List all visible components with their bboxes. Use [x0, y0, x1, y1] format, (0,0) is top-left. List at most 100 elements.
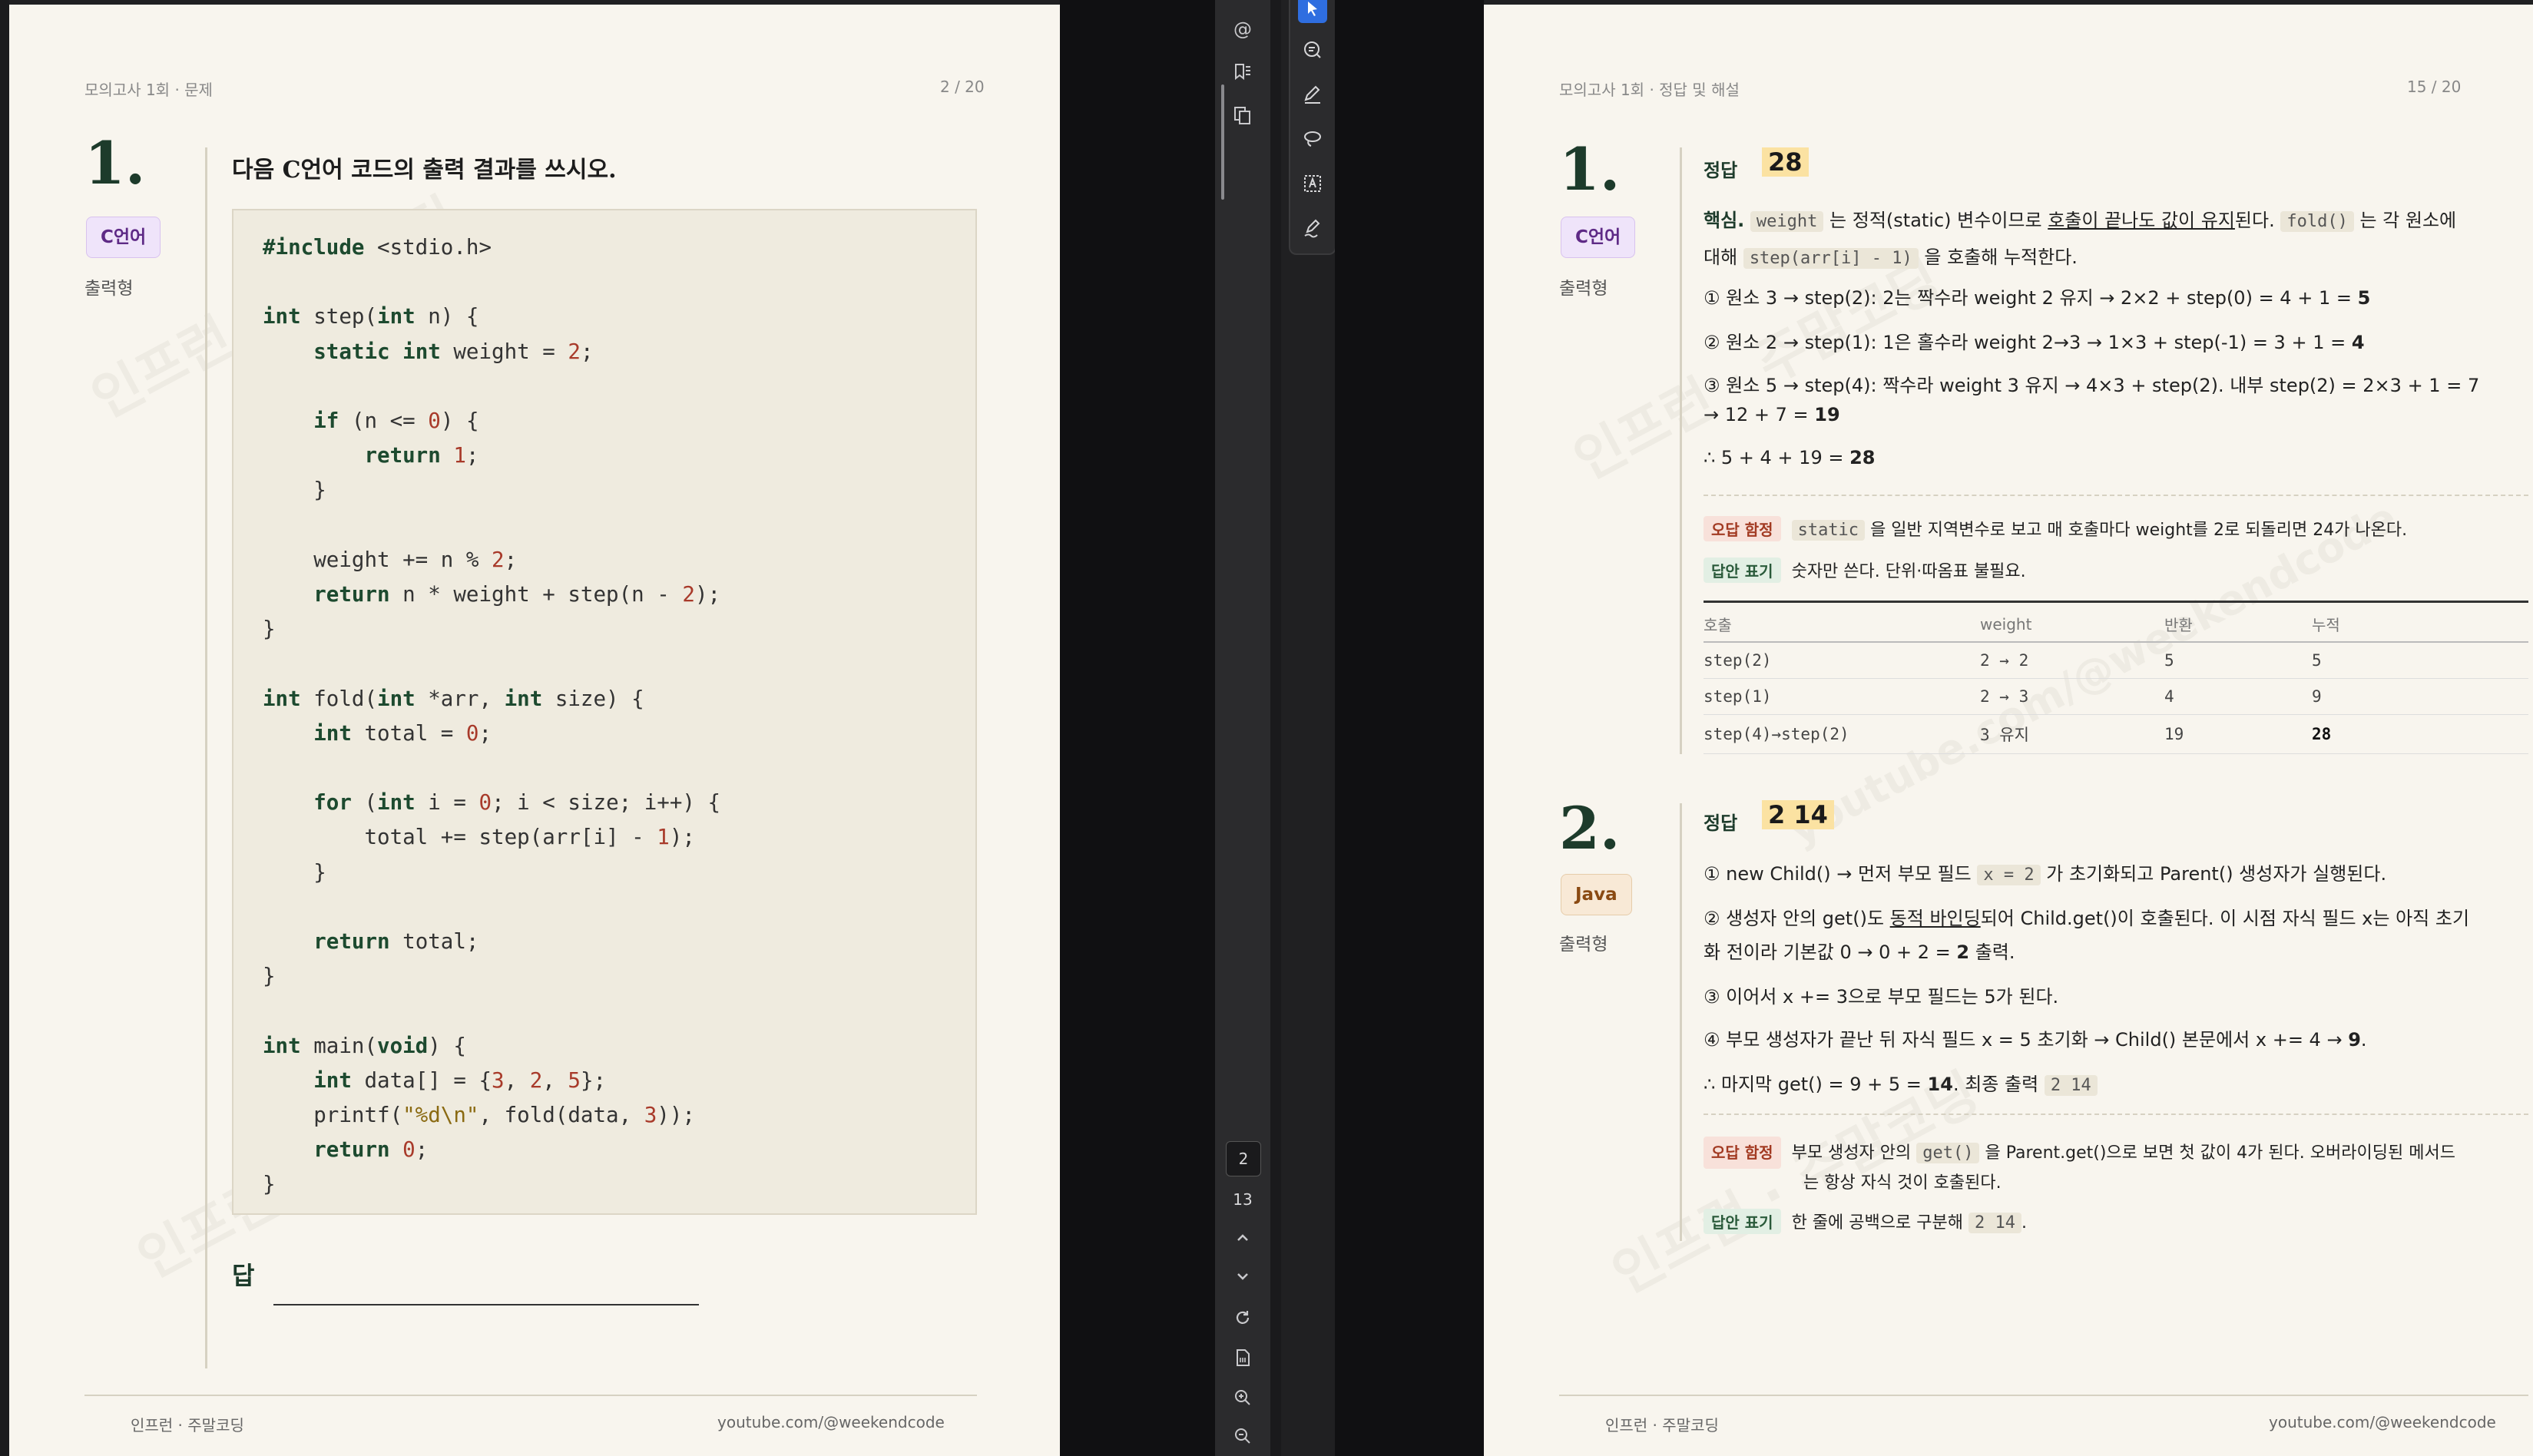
text: 화 전이라 기본값 0 → 0 + 2 =: [1704, 941, 1957, 963]
text: 을 호출해 누적한다.: [1924, 247, 2078, 268]
sidebar-scrollbar[interactable]: [1221, 84, 1224, 200]
text: ① new Child() → 먼저 부모 필드: [1704, 863, 1972, 885]
copy-pages-icon[interactable]: [1229, 101, 1257, 129]
result: 14: [1927, 1074, 1953, 1095]
language-tag: C언어: [1561, 217, 1636, 258]
footer-brand: 인프런 · 주말코딩: [131, 1416, 244, 1434]
text: → 12 + 7 =: [1704, 404, 1815, 425]
answer-label: 답: [232, 1261, 255, 1290]
text: .: [2021, 1213, 2027, 1233]
table-cell: 2 → 2: [1980, 642, 2164, 679]
inline-code: fold(): [2280, 211, 2354, 232]
zoom-out-icon[interactable]: [1229, 1422, 1257, 1450]
inline-code: 2 14: [1968, 1213, 2021, 1233]
question-type: 출력형: [1559, 935, 1608, 955]
step-2: ② 원소 2 → step(1): 1은 홀수라 weight 2→3 → 1×…: [1704, 327, 2365, 354]
annotation-toolbar: [1290, 0, 1335, 253]
zoom-in-icon[interactable]: [1229, 1384, 1257, 1411]
inline-code: get(): [1916, 1143, 1980, 1163]
footer-url: youtube.com/@weekendcode: [2269, 1413, 2496, 1431]
bookmark-list-icon[interactable]: [1229, 58, 1257, 86]
text: ② 생성자 안의 get()도: [1704, 908, 1885, 929]
table-cell: 5: [2164, 642, 2312, 679]
chevron-up-icon[interactable]: [1229, 1224, 1257, 1252]
footer-url: youtube.com/@weekendcode: [717, 1413, 945, 1431]
question-type: 출력형: [1559, 279, 1608, 299]
text: ① 원소 3 → step(2): 2는 짝수라 weight 2 유지 → 2…: [1704, 287, 2358, 309]
inline-code: static: [1791, 520, 1866, 541]
rotate-icon[interactable]: [1229, 1304, 1257, 1332]
chevron-down-icon[interactable]: [1229, 1262, 1257, 1290]
text: 출력.: [1969, 941, 2015, 963]
result: 4: [2351, 332, 2365, 353]
inline-code: step(arr[i] - 1): [1743, 248, 1919, 269]
text-select-icon[interactable]: [1298, 169, 1327, 198]
question-number: 1.: [84, 129, 146, 197]
page-gap: [1335, 0, 1484, 1456]
divider: [1704, 495, 2528, 496]
step-3: ③ 이어서 x += 3으로 부모 필드는 5가 된다.: [1704, 986, 2059, 1008]
text: ④ 부모 생성자가 끝난 뒤 자식 필드 x = 5 초기화 → Child()…: [1704, 1029, 2349, 1051]
table-cell: 19: [2164, 714, 2312, 754]
conclusion: ∴ 마지막 get() = 9 + 5 = 14. 최종 출력 2 14: [1704, 1069, 2098, 1096]
table-cell: 9: [2312, 678, 2528, 715]
trap-note: 오답 함정 static 을 일반 지역변수로 보고 매 호출마다 weight를…: [1704, 516, 2407, 541]
mark-badge: 답안 표기: [1704, 558, 1781, 583]
answer-page: 인프런 · 주말코딩 youtube.com/@weekendcode 인프런 …: [1484, 5, 2533, 1456]
total-page-number[interactable]: 13: [1226, 1183, 1260, 1216]
page-indicator: 15 / 20: [2407, 78, 2462, 96]
result: 2: [1956, 941, 1970, 963]
text: 숫자만 쓴다. 단위·따옴표 불필요.: [1791, 562, 2026, 581]
result: 28: [1849, 447, 1876, 468]
language-tag: Java: [1561, 874, 1632, 915]
underlined-text: 호출이 끝나도 값이 유지: [2048, 210, 2235, 231]
vertical-rule: [1680, 147, 1682, 754]
trace-table: 호출 weight 반환 누적 step(2) 2 → 2 5 5 step(1…: [1704, 607, 2528, 754]
code-block: #include <stdio.h> int step(int n) { sta…: [232, 209, 977, 1215]
question-number: 1.: [1559, 135, 1621, 204]
table-cell: 28: [2312, 714, 2528, 754]
correct-answer: 2 14: [1762, 800, 1834, 829]
step-1: ① new Child() → 먼저 부모 필드 x = 2 가 초기화되고 P…: [1704, 859, 2386, 885]
table-cell: step(2): [1704, 642, 1980, 679]
sum: ∴ 5 + 4 + 19 = 28: [1704, 447, 1875, 468]
sign-icon[interactable]: [1298, 213, 1327, 243]
comment-icon[interactable]: [1298, 35, 1327, 65]
select-cursor-icon[interactable]: [1298, 0, 1327, 23]
table-row: step(2) 2 → 2 5 5: [1704, 642, 2528, 679]
lasso-icon[interactable]: [1298, 124, 1327, 154]
page-indicator: 2 / 20: [940, 78, 985, 96]
table-top-rule: [1704, 601, 2528, 603]
step-3: ③ 원소 5 → step(4): 짝수라 weight 3 유지 → 4×3 …: [1704, 375, 2480, 396]
text: 을 일반 지역변수로 보고 매 호출마다 weight를 2로 되돌리면 24가…: [1870, 521, 2408, 540]
page-fit-icon[interactable]: [1229, 1344, 1257, 1372]
text: 대해: [1704, 247, 1738, 268]
text: ② 원소 2 → step(1): 1은 홀수라 weight 2→3 → 1×…: [1704, 332, 2352, 353]
footer-brand: 인프런 · 주말코딩: [1605, 1416, 1719, 1434]
pen-icon[interactable]: [1298, 80, 1327, 109]
text: 는 각 원소에: [2359, 210, 2457, 231]
text: ∴ 5 + 4 + 19 =: [1704, 447, 1850, 468]
question-text: 다음 C언어 코드의 출력 결과를 쓰시오.: [232, 157, 617, 184]
left-gutter: [0, 0, 9, 1456]
core-label: 핵심.: [1704, 210, 1745, 231]
inline-code: x = 2: [1977, 865, 2041, 885]
c-source-code: #include <stdio.h> int step(int n) { sta…: [263, 235, 721, 1197]
table-row: step(1) 2 → 3 4 9: [1704, 678, 2528, 715]
result: 19: [1814, 404, 1840, 425]
inline-code: weight: [1750, 211, 1824, 232]
thumbnail-sidebar: @ 2 13: [1215, 0, 1270, 1456]
language-tag: C언어: [86, 217, 161, 258]
text: .: [2360, 1029, 2367, 1051]
running-header: 모의고사 1회 · 정답 및 해설: [1559, 81, 1740, 99]
current-page-number[interactable]: 2: [1226, 1141, 1261, 1176]
answer-label: 정답: [1704, 160, 1738, 181]
at-icon[interactable]: @: [1229, 15, 1257, 43]
mark-badge: 답안 표기: [1704, 1209, 1781, 1234]
table-row: step(4)→step(2) 3 유지 19 28: [1704, 714, 2528, 754]
result: 5: [2357, 287, 2371, 309]
table-cell: 5: [2312, 642, 2528, 679]
inline-code: 2 14: [2044, 1075, 2098, 1096]
answer-blank-line[interactable]: [273, 1304, 699, 1305]
running-header: 모의고사 1회 · 문제: [84, 81, 213, 99]
